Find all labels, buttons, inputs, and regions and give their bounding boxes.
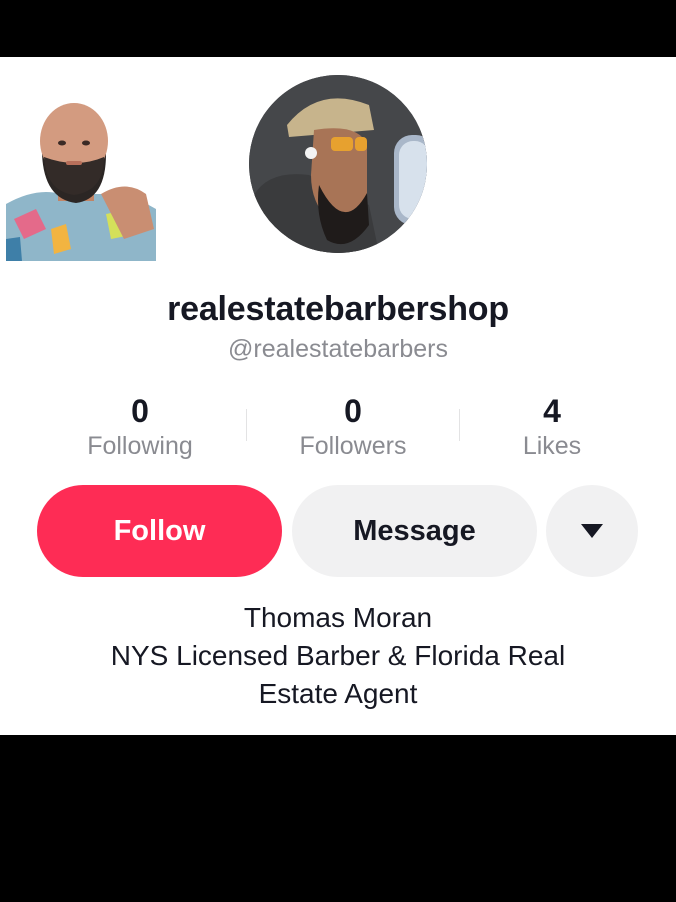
followers-count: 0: [344, 393, 362, 429]
stat-followers[interactable]: 0 Followers: [268, 393, 438, 461]
top-letterbox: [0, 0, 676, 57]
avatar-photo: [249, 75, 427, 253]
profile-avatar[interactable]: [249, 75, 427, 253]
stats-divider: [459, 409, 460, 441]
likes-count: 4: [543, 393, 561, 429]
bio-line: NYS Licensed Barber & Florida Real: [110, 640, 566, 671]
following-count: 0: [131, 393, 149, 429]
stat-likes[interactable]: 4 Likes: [467, 393, 637, 461]
likes-label: Likes: [522, 432, 582, 460]
profile-header: realestatebarbershop @realestatebarbers …: [0, 57, 676, 735]
message-button[interactable]: Message: [292, 485, 537, 577]
bottom-letterbox: [0, 735, 676, 902]
overlay-person-photo: [6, 99, 156, 261]
overlay-photo-graphic: [6, 99, 156, 261]
caret-down-icon: [581, 524, 603, 538]
follow-button[interactable]: Follow: [37, 485, 282, 577]
stats-divider: [246, 409, 247, 441]
display-name: realestatebarbershop: [167, 290, 509, 328]
following-label: Following: [87, 432, 193, 460]
followers-label: Followers: [299, 432, 407, 460]
username-handle: @realestatebarbers: [228, 335, 448, 363]
bio-line: Thomas Moran: [243, 602, 433, 633]
more-options-button[interactable]: [546, 485, 638, 577]
profile-bio: Thomas Moran NYS Licensed Barber & Flori…: [0, 599, 676, 713]
bio-line: Estate Agent: [258, 678, 418, 709]
stat-following[interactable]: 0 Following: [55, 393, 225, 461]
